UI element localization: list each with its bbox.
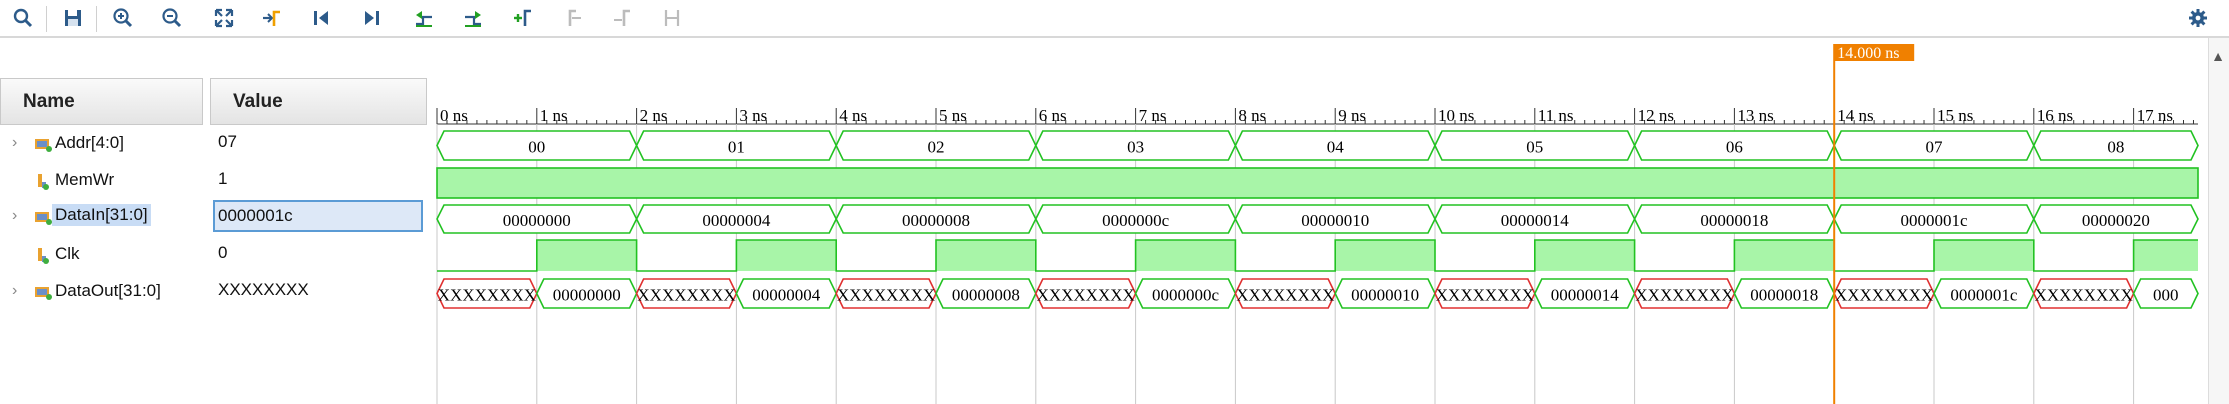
datain-wave-value-label: 0000001c [1900,211,1968,230]
addr-wave-value-label: 02 [928,138,945,157]
datain-wave-value-label: 00000000 [503,211,571,230]
go-to-time-0-icon[interactable] [304,2,338,34]
datain-wave-value-label: 00000014 [1501,211,1570,230]
addr-wave-value-label: 05 [1526,138,1543,157]
clk-high-fill [1734,240,1835,271]
clk-high-fill [936,240,1036,271]
dataout-wave-value-label: 000 [2153,286,2179,305]
addr-wave-value-label: 03 [1127,138,1144,157]
dataout-wave-value-label: 0000000c [1152,286,1220,305]
addr-wave-value-label: 06 [1726,138,1743,157]
clk-high-fill [2133,240,2198,271]
addr-wave-value-label: 07 [1926,138,1944,157]
time-tick-label: 17 ns [2137,106,2173,125]
go-to-cursor-icon[interactable] [255,2,289,34]
dataout-wave-value-label: XXXXXXXX [1436,286,1534,305]
dataout-wave-value-label: 00000018 [1750,286,1818,305]
waveform-canvas[interactable]: 0 ns 1 ns 2 ns 3 ns 4 ns 5 ns 6 ns 7 ns 8 ns 9 ns… [0,38,2209,404]
time-tick-label: 12 ns [1638,106,1674,125]
time-tick-label: 16 ns [2037,106,2073,125]
time-tick-label: 1 ns [540,106,568,125]
clk-high-fill [1135,240,1236,271]
datain-wave-value-label: 00000018 [1700,211,1768,230]
next-transition-icon[interactable] [456,2,490,34]
swap-cursors-icon[interactable] [655,2,689,34]
time-tick-label: 13 ns [1737,106,1773,125]
next-marker-icon[interactable] [606,2,640,34]
previous-marker-icon[interactable] [556,2,590,34]
datain-wave-value-label: 00000010 [1301,211,1369,230]
previous-transition-icon[interactable] [407,2,441,34]
datain-wave-value-label: 00000008 [902,211,970,230]
clk-wave [437,239,2198,272]
zoom-fit-icon[interactable] [207,2,241,34]
time-tick-label: 8 ns [1238,106,1266,125]
datain-wave-value-label: 00000020 [2082,211,2150,230]
time-tick-label: 9 ns [1338,106,1366,125]
addr-wave-value-label: 00 [528,138,545,157]
time-tick-label: 2 ns [640,106,668,125]
time-cursor-label: 14.000 ns [1837,45,1899,62]
time-tick-label: 15 ns [1937,106,1973,125]
dataout-wave-value-label: XXXXXXXX [837,286,935,305]
dataout-wave-value-label: 00000000 [553,286,621,305]
zoom-in-icon[interactable] [106,2,140,34]
clk-high-fill [736,240,837,271]
toolbar [0,0,2229,38]
dataout-wave-value-label: XXXXXXXX [1236,286,1334,305]
time-tick-label: 11 ns [1538,106,1574,125]
clk-high-fill [1934,240,2034,271]
search-icon[interactable] [6,2,40,34]
dataout-wave-value-label: 00000004 [752,286,821,305]
addr-wave-value-label: 01 [728,138,745,157]
clk-high-fill [536,240,637,271]
time-tick-label: 14 ns [1837,106,1873,125]
scroll-up-icon[interactable]: ▲ [2211,48,2225,64]
add-marker-icon[interactable] [506,2,540,34]
clk-high-fill [1534,240,1635,271]
dataout-wave-value-label: XXXXXXXX [1635,286,1733,305]
dataout-wave-value-label: XXXXXXXX [2035,286,2133,305]
dataout-wave-value-label: XXXXXXXX [1037,286,1135,305]
gear-icon[interactable] [2181,2,2215,34]
time-tick-label: 3 ns [739,106,767,125]
vertical-scrollbar[interactable] [2208,38,2229,404]
datain-wave-value-label: 0000000c [1102,211,1170,230]
dataout-wave-value-label: XXXXXXXX [637,286,735,305]
time-tick-label: 0 ns [440,106,468,125]
clk-high-fill [1335,240,1435,271]
dataout-wave-value-label: XXXXXXXX [1835,286,1933,305]
dataout-wave-value-label: XXXXXXXX [438,286,536,305]
dataout-wave-value-label: 00000010 [1351,286,1419,305]
time-tick-label: 4 ns [839,106,867,125]
dataout-wave-value-label: 0000001c [1950,286,2018,305]
time-tick-label: 7 ns [1139,106,1167,125]
addr-wave-value-label: 04 [1327,138,1345,157]
zoom-out-icon[interactable] [155,2,189,34]
memwr-wave-high [436,167,2199,199]
go-to-last-time-icon[interactable] [355,2,389,34]
dataout-wave-value-label: 00000014 [1551,286,1620,305]
addr-wave-value-label: 08 [2107,138,2124,157]
time-tick-label: 6 ns [1039,106,1067,125]
dataout-wave-value-label: 00000008 [952,286,1020,305]
time-tick-label: 10 ns [1438,106,1474,125]
time-tick-label: 5 ns [939,106,967,125]
save-icon[interactable] [56,2,90,34]
datain-wave-value-label: 00000004 [702,211,771,230]
